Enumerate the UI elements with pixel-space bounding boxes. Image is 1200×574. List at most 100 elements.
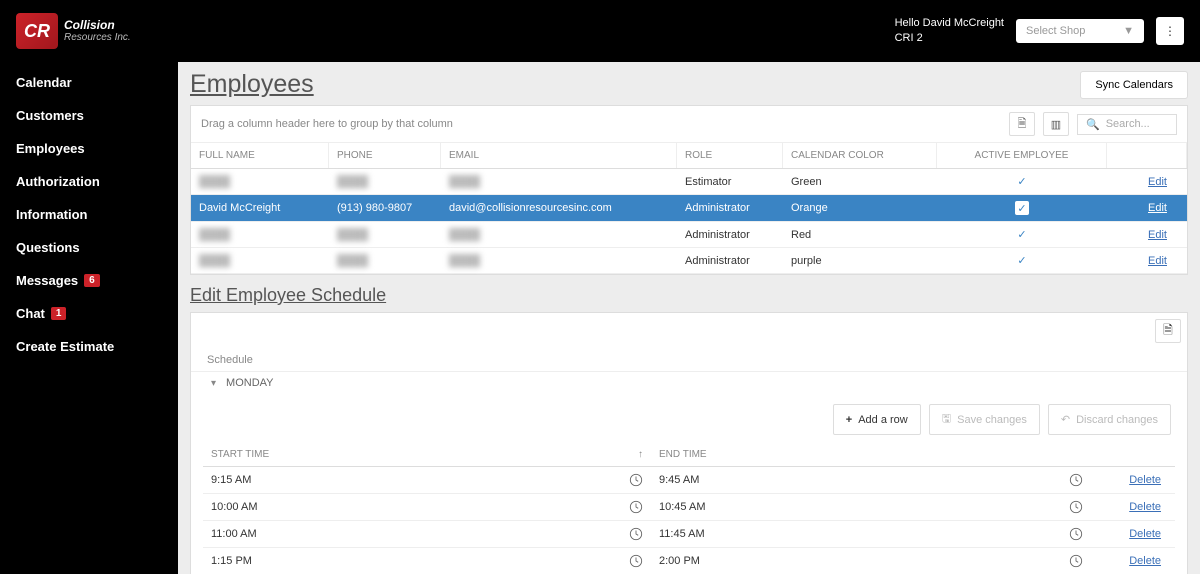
schedule-export-button[interactable]: 🗎 xyxy=(1155,319,1181,343)
sidebar-item-calendar[interactable]: Calendar xyxy=(0,66,178,99)
group-hint: Drag a column header here to group by th… xyxy=(201,118,453,130)
delete-link[interactable]: Delete xyxy=(1129,528,1161,540)
table-row[interactable]: David McCreight(913) 980-9807david@colli… xyxy=(191,195,1187,222)
undo-icon: ↶ xyxy=(1061,413,1070,426)
cell-start-time[interactable]: 9:15 AM xyxy=(203,467,651,493)
column-chooser-button[interactable]: ▥ xyxy=(1043,112,1069,136)
sidebar-nav: Calendar Customers Employees Authorizati… xyxy=(0,62,178,574)
table-row[interactable]: ████████████Administratorpurple✓Edit xyxy=(191,248,1187,274)
plus-icon: + xyxy=(846,414,852,426)
cell-email: ████ xyxy=(441,223,677,247)
check-icon: ✓ xyxy=(1017,176,1026,188)
cell-phone: ████ xyxy=(329,249,441,273)
schedule-row[interactable]: 9:15 AM9:45 AM Delete xyxy=(203,467,1175,494)
col-header-delete xyxy=(1091,443,1175,466)
cell-email: ████ xyxy=(441,170,677,194)
cell-end-time[interactable]: 11:45 AM xyxy=(651,521,1091,547)
employee-grid-header: FULL NAME PHONE EMAIL ROLE CALENDAR COLO… xyxy=(191,143,1187,169)
sidebar-item-questions[interactable]: Questions xyxy=(0,231,178,264)
edit-link[interactable]: Edit xyxy=(1148,202,1167,214)
schedule-section-title: Edit Employee Schedule xyxy=(190,285,1188,306)
messages-badge: 6 xyxy=(84,274,100,287)
col-header-full-name[interactable]: FULL NAME xyxy=(191,143,329,168)
overflow-menu-button[interactable]: ⋮ xyxy=(1156,17,1184,45)
greeting-text: Hello David McCreight xyxy=(895,16,1004,31)
search-input[interactable]: 🔍 Search... xyxy=(1077,114,1177,135)
schedule-row[interactable]: 10:00 AM10:45 AM Delete xyxy=(203,494,1175,521)
clock-icon xyxy=(1069,554,1083,568)
sidebar-item-chat[interactable]: Chat1 xyxy=(0,297,178,330)
sidebar-item-customers[interactable]: Customers xyxy=(0,99,178,132)
add-row-button[interactable]: +Add a row xyxy=(833,404,921,435)
sidebar-item-messages[interactable]: Messages6 xyxy=(0,264,178,297)
schedule-row[interactable]: 11:00 AM11:45 AM Delete xyxy=(203,521,1175,548)
shop-select-dropdown[interactable]: Select Shop ▼ xyxy=(1016,19,1144,43)
edit-link[interactable]: Edit xyxy=(1148,229,1167,241)
day-row-monday[interactable]: ▾ MONDAY xyxy=(191,371,1187,394)
discard-changes-button[interactable]: ↶Discard changes xyxy=(1048,404,1171,435)
page-title: Employees xyxy=(190,70,314,99)
check-icon: ✓ xyxy=(1017,255,1026,267)
table-row[interactable]: ████████████EstimatorGreen✓Edit xyxy=(191,169,1187,195)
edit-link[interactable]: Edit xyxy=(1148,176,1167,188)
edit-link[interactable]: Edit xyxy=(1148,255,1167,267)
col-header-phone[interactable]: PHONE xyxy=(329,143,441,168)
sidebar-item-authorization[interactable]: Authorization xyxy=(0,165,178,198)
cell-start-time[interactable]: 11:00 AM xyxy=(203,521,651,547)
cell-full-name: ████ xyxy=(191,223,329,247)
monday-schedule-grid: +Add a row 🖫Save changes ↶Discard change… xyxy=(191,394,1187,574)
cell-start-time[interactable]: 10:00 AM xyxy=(203,494,651,520)
clock-icon xyxy=(629,527,643,541)
columns-icon: ▥ xyxy=(1051,118,1061,131)
save-icon: 🖫 xyxy=(942,410,951,429)
col-header-active[interactable]: ACTIVE EMPLOYEE xyxy=(937,143,1107,168)
cell-role: Estimator xyxy=(677,170,783,194)
cr-logo-mark: CR xyxy=(16,13,58,49)
check-icon: ✓ xyxy=(1017,229,1026,241)
top-header: CR Collision Resources Inc. Hello David … xyxy=(0,0,1200,62)
cell-active: ✓ xyxy=(937,195,1107,221)
sidebar-item-information[interactable]: Information xyxy=(0,198,178,231)
cell-phone: (913) 980-9807 xyxy=(329,196,441,220)
col-header-edit xyxy=(1107,143,1187,168)
main-content[interactable]: Employees Sync Calendars Drag a column h… xyxy=(178,62,1200,574)
sidebar-item-employees[interactable]: Employees xyxy=(0,132,178,165)
sidebar-item-create-estimate[interactable]: Create Estimate xyxy=(0,330,178,363)
delete-link[interactable]: Delete xyxy=(1129,474,1161,486)
clock-icon xyxy=(629,473,643,487)
col-header-email[interactable]: EMAIL xyxy=(441,143,677,168)
active-checkbox[interactable]: ✓ xyxy=(1015,201,1029,215)
excel-icon: 🗎 xyxy=(1163,321,1173,342)
clock-icon xyxy=(629,500,643,514)
col-header-end-time[interactable]: END TIME xyxy=(651,443,1091,466)
greeting-sub: CRI 2 xyxy=(895,31,1004,46)
col-header-start-time[interactable]: START TIME↑ xyxy=(203,443,651,466)
cell-active: ✓ xyxy=(937,222,1107,247)
cell-active: ✓ xyxy=(937,248,1107,273)
cell-start-time[interactable]: 1:15 PM xyxy=(203,548,651,574)
cell-phone: ████ xyxy=(329,170,441,194)
schedule-row[interactable]: 1:15 PM2:00 PM Delete xyxy=(203,548,1175,574)
search-icon: 🔍 xyxy=(1086,118,1100,131)
cell-phone: ████ xyxy=(329,223,441,247)
cell-email: ████ xyxy=(441,249,677,273)
kebab-icon: ⋮ xyxy=(1164,24,1176,38)
schedule-grid-header: START TIME↑ END TIME xyxy=(203,443,1175,467)
cell-role: Administrator xyxy=(677,223,783,247)
export-excel-button[interactable]: 🗎 xyxy=(1009,112,1035,136)
cell-email: david@collisionresourcesinc.com xyxy=(441,196,677,220)
save-changes-button[interactable]: 🖫Save changes xyxy=(929,404,1040,435)
delete-link[interactable]: Delete xyxy=(1129,555,1161,567)
cell-role: Administrator xyxy=(677,196,783,220)
col-header-role[interactable]: ROLE xyxy=(677,143,783,168)
table-row[interactable]: ████████████AdministratorRed✓Edit xyxy=(191,222,1187,248)
cell-end-time[interactable]: 2:00 PM xyxy=(651,548,1091,574)
brand-sub: Resources Inc. xyxy=(64,32,131,43)
clock-icon xyxy=(1069,500,1083,514)
sync-calendars-button[interactable]: Sync Calendars xyxy=(1080,71,1188,99)
cell-full-name: David McCreight xyxy=(191,196,329,220)
cell-end-time[interactable]: 10:45 AM xyxy=(651,494,1091,520)
delete-link[interactable]: Delete xyxy=(1129,501,1161,513)
col-header-calendar-color[interactable]: CALENDAR COLOR xyxy=(783,143,937,168)
cell-end-time[interactable]: 9:45 AM xyxy=(651,467,1091,493)
